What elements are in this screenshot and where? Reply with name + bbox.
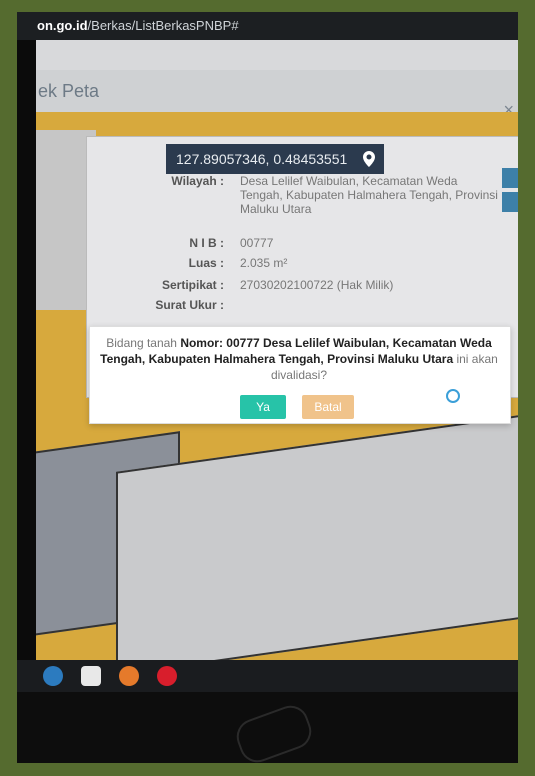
info-label: Luas : xyxy=(188,256,224,270)
dialog-message: Bidang tanah Nomor: 00777 Desa Lelilef W… xyxy=(98,335,500,383)
taskbar xyxy=(17,660,518,692)
info-value: Desa Lelilef Waibulan, Kecamatan Weda Te… xyxy=(240,174,498,216)
info-row-nib: N I B : 00777 xyxy=(96,236,516,254)
map-tool-button[interactable] xyxy=(502,168,518,188)
app-screen: ek Peta × Wilayah : Desa Lelilef Waibula… xyxy=(36,40,518,660)
firefox-icon[interactable] xyxy=(119,666,139,686)
rog-logo-icon xyxy=(231,700,317,763)
validasi-radio[interactable] xyxy=(446,389,460,403)
info-label: Sertipikat : xyxy=(161,278,224,292)
info-row-wilayah: Wilayah : Desa Lelilef Waibulan, Kecamat… xyxy=(96,174,516,234)
dialog-message-prefix: Bidang tanah xyxy=(106,336,181,350)
modal-title: ek Peta xyxy=(36,70,518,112)
info-value: 2.035 m² xyxy=(240,256,288,270)
info-value: 00777 xyxy=(240,236,274,250)
info-row-sertipikat: Sertipikat : 27030202100722 (Hak Milik) xyxy=(96,278,516,296)
browser-url-bar[interactable]: on.go.id/Berkas/ListBerkasPNBP# xyxy=(17,12,518,40)
map-tool-button[interactable] xyxy=(502,192,518,212)
confirm-dialog: Bidang tanah Nomor: 00777 Desa Lelilef W… xyxy=(89,326,511,424)
ya-button[interactable]: Ya xyxy=(240,395,286,419)
url-path: /Berkas/ListBerkasPNBP# xyxy=(87,18,239,33)
search-icon[interactable] xyxy=(43,666,63,686)
coordinate-display: 127.89057346, 0.48453551 xyxy=(166,144,384,174)
url-domain: on.go.id xyxy=(37,18,88,33)
info-label: N I B : xyxy=(189,236,224,250)
monitor-bezel xyxy=(17,692,518,763)
file-explorer-icon[interactable] xyxy=(81,666,101,686)
opera-icon[interactable] xyxy=(157,666,177,686)
info-row-surat-ukur: Surat Ukur : xyxy=(96,298,516,316)
info-row-luas: Luas : 2.035 m² xyxy=(96,256,516,274)
photo-frame: on.go.id/Berkas/ListBerkasPNBP# ek Peta … xyxy=(17,12,518,763)
info-label: Wilayah : xyxy=(171,174,224,188)
location-pin-icon[interactable] xyxy=(354,144,384,174)
info-label: Surat Ukur : xyxy=(155,298,224,312)
batal-button[interactable]: Batal xyxy=(302,395,354,419)
info-value: 27030202100722 (Hak Milik) xyxy=(240,278,394,292)
